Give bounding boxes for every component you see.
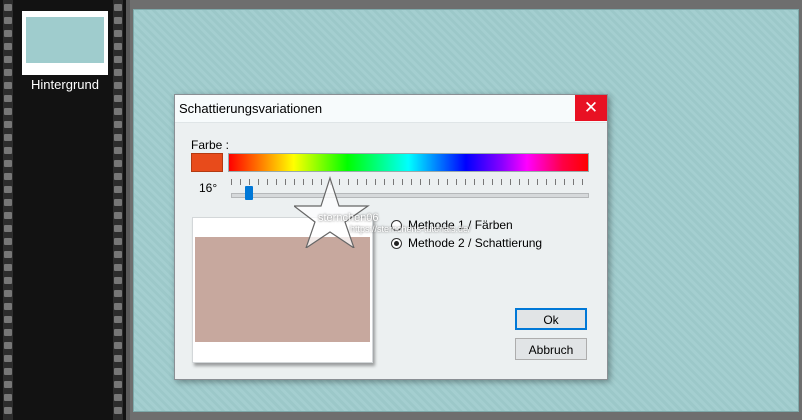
watermark-name: sternchen06 <box>318 212 379 224</box>
method-2-label[interactable]: Methode 2 / Schattierung <box>408 236 542 250</box>
color-swatch[interactable] <box>191 153 223 172</box>
hue-slider-track[interactable] <box>231 193 589 198</box>
panel-divider <box>126 0 130 420</box>
hue-degree-value: 16° <box>199 181 218 195</box>
layer-label: Hintergrund <box>31 77 99 92</box>
hue-slider-thumb[interactable] <box>245 186 253 200</box>
layer-thumbnail[interactable] <box>22 11 108 75</box>
close-button[interactable]: ✕ <box>575 95 607 121</box>
close-icon: ✕ <box>583 98 599 117</box>
dialog-titlebar[interactable]: Schattierungsvariationen ✕ <box>175 95 607 123</box>
hue-spectrum-bar[interactable] <box>228 153 589 172</box>
ok-button[interactable]: Ok <box>515 308 587 330</box>
dialog-title: Schattierungsvariationen <box>179 101 323 116</box>
slider-ticks <box>231 179 587 185</box>
layer-thumbnail-image <box>26 17 104 63</box>
layer-panel: Hintergrund <box>0 0 126 420</box>
film-perforation-left <box>3 0 13 420</box>
preview-image <box>195 237 370 342</box>
color-label: Farbe : <box>191 138 230 152</box>
watermark-url: https://sternchens-tutorials.de/ <box>350 224 471 234</box>
film-perforation-right <box>113 0 123 420</box>
cancel-button[interactable]: Abbruch <box>515 338 587 360</box>
